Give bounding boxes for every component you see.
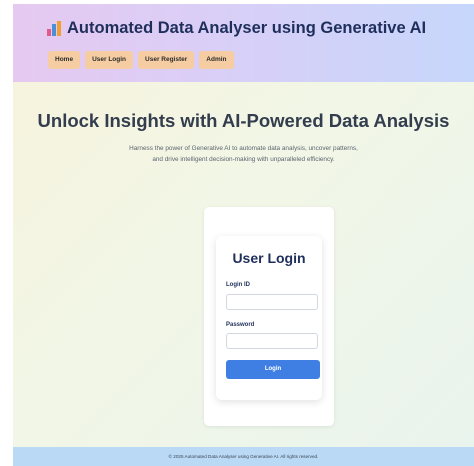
nav-admin-button[interactable]: Admin — [199, 51, 234, 69]
login-card: User Login Login ID Password Login — [216, 236, 322, 400]
password-input[interactable] — [226, 333, 318, 349]
login-id-input[interactable] — [226, 294, 318, 310]
nav-bar: Home User Login User Register Admin — [48, 51, 234, 69]
login-button[interactable]: Login — [226, 360, 320, 379]
nav-user-login-button[interactable]: User Login — [85, 51, 134, 69]
login-id-label: Login ID — [226, 282, 250, 288]
password-label: Password — [226, 322, 255, 328]
hero-title: Unlock Insights with AI-Powered Data Ana… — [37, 110, 450, 131]
nav-home-button[interactable]: Home — [48, 51, 81, 69]
nav-user-register-button[interactable]: User Register — [138, 51, 195, 69]
hero-subtitle-line-1: Harness the power of Generative AI to au… — [129, 145, 358, 152]
app-title: Automated Data Analyser using Generative… — [67, 19, 427, 37]
hero-subtitle-line-2: and drive intelligent decision-making wi… — [152, 156, 335, 163]
header: Automated Data Analyser using Generative… — [13, 4, 474, 82]
hero-subtitle: Harness the power of Generative AI to au… — [13, 143, 474, 165]
bar-chart-icon — [47, 21, 61, 36]
login-title: User Login — [232, 250, 306, 266]
footer: © 2025 Automated Data Analyser using Gen… — [13, 447, 474, 466]
page: Automated Data Analyser using Generative… — [13, 4, 474, 466]
brand: Automated Data Analyser using Generative… — [47, 19, 426, 38]
login-card-container: User Login Login ID Password Login — [204, 207, 334, 426]
